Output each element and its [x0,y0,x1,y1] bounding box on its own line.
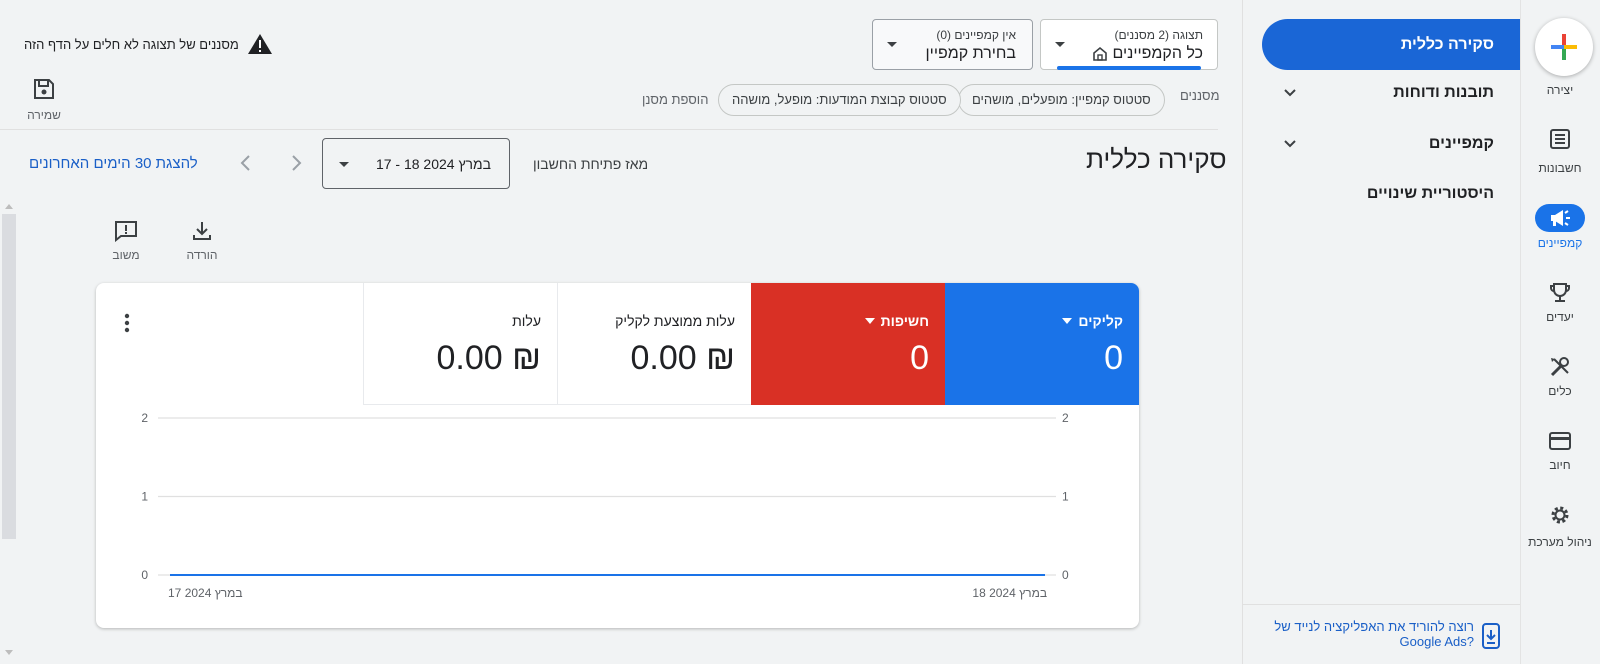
filter-warning-text: מסננים של תצוגה לא חלים על הדף הזה [24,36,239,52]
scroll-up-arrow[interactable] [5,204,13,209]
feedback-button[interactable]: משוב [98,220,154,262]
y-tick-label-right: 2 [1062,411,1069,425]
rail-item-goals[interactable]: יעדים [1520,310,1600,324]
campaign-selector-sub: אין קמפיינים (0) [936,28,1016,42]
rail-item-accounts[interactable]: חשבונות [1520,161,1600,175]
rail-item-campaigns[interactable]: קמפיינים [1520,236,1600,250]
save-label: שמירה [27,108,61,122]
y-tick-label-left: 1 [141,490,148,504]
scrollbar[interactable] [2,214,16,539]
view-selector[interactable]: תצוגה (2 מסננים) כל הקמפיינים [1040,19,1218,70]
divider [0,129,1218,130]
dropdown-arrow-icon[interactable] [1062,318,1073,324]
filter-chip-adgroup-status[interactable]: סטטוס קבוצת המודעות: מופעל, מושהה [718,84,961,116]
date-range-label: מאז פתיחת החשבון [533,156,649,172]
dropdown-arrow-icon [1055,42,1065,47]
trophy-icon[interactable] [1542,278,1578,308]
app-promo[interactable]: רוצה להוריד את האפליקציה לנייד של Google… [1242,604,1520,664]
app-promo-link[interactable]: רוצה להוריד את האפליקציה לנייד של Google… [1274,619,1474,649]
more-options-icon[interactable] [124,313,130,333]
metric-avg-cpc-label: עלות ממוצעת לקליק [615,313,735,329]
side-menu: סקירה כללית תובנות ודוחות קמפיינים היסטו… [1242,0,1520,664]
date-range-selector[interactable]: 17 - 18 במרץ 2024 [322,138,510,189]
rail-item-tools[interactable]: כלים [1520,384,1600,398]
create-button[interactable] [1535,18,1593,76]
view-selector-value: כל הקמפיינים [1112,45,1203,62]
campaign-selector-value: בחירת קמפיין [925,45,1016,62]
phone-download-icon [1482,623,1500,649]
metric-clicks-label: קליקים [1078,313,1123,329]
building-icon [1093,46,1108,61]
dropdown-arrow-icon [887,42,897,47]
download-label: הורדה [186,248,218,262]
view-selector-indicator [1057,66,1201,70]
download-button[interactable]: הורדה [174,220,230,262]
scroll-down-arrow[interactable] [5,650,13,655]
filter-warning: מסננים של תצוגה לא חלים על הדף הזה [24,33,273,55]
warning-icon [247,34,272,54]
metric-avg-cpc[interactable]: עלות ממוצעת לקליק 0.00 ₪ [557,283,751,405]
metric-impressions-label: חשיפות [880,313,929,329]
date-range-value: 17 - 18 במרץ 2024 [375,156,491,172]
y-tick-label-left: 2 [141,411,148,425]
filters-label: מסננים [1180,88,1220,103]
metric-impressions[interactable]: חשיפות 0 [751,283,945,405]
feedback-label: משוב [112,248,140,262]
rail-item-billing[interactable]: חיוב [1520,458,1600,472]
performance-card: קליקים 0 חשיפות 0 עלות ממוצעת לקליק 0.00… [96,283,1139,628]
page-title: סקירה כללית [1086,144,1227,174]
metric-cost-label: עלות [512,313,541,329]
navigation-rail: יצירה חשבונות קמפיינים יעדים כלים חיוב נ… [1520,0,1600,664]
performance-chart: 0 0 1 1 2 2 17 במרץ 2024 18 במרץ 2024 [141,411,1069,600]
menu-item-overview[interactable]: סקירה כללית [1262,19,1520,70]
metric-avg-cpc-value: 0.00 ₪ [630,339,736,377]
feedback-icon [115,221,137,242]
tools-icon[interactable] [1542,352,1578,382]
chevron-left-icon[interactable] [240,154,252,172]
chevron-down-icon[interactable] [1283,139,1297,149]
plus-icon [1551,34,1577,60]
menu-item-insights[interactable]: תובנות ודוחות [1393,84,1494,102]
create-label: יצירה [1546,83,1574,97]
save-button[interactable]: שמירה [24,78,64,122]
metric-clicks[interactable]: קליקים 0 [945,283,1139,405]
metric-impressions-value: 0 [910,339,929,377]
rail-item-admin[interactable]: ניהול מערכת [1520,535,1600,549]
megaphone-icon[interactable] [1535,204,1585,232]
campaign-selector[interactable]: אין קמפיינים (0) בחירת קמפיין [872,19,1033,70]
metric-clicks-value: 0 [1104,339,1123,377]
y-tick-label-left: 0 [141,568,148,582]
credit-card-icon[interactable] [1542,426,1578,456]
x-tick-label: 18 במרץ 2024 [972,586,1047,600]
add-filter-button[interactable]: הוספת מסנן [642,92,708,107]
view-selector-sub: תצוגה (2 מסננים) [1114,28,1203,42]
gear-icon[interactable] [1542,500,1578,530]
chevron-right-icon[interactable] [290,154,302,172]
y-tick-label-right: 1 [1062,490,1069,504]
dropdown-arrow-icon[interactable] [864,318,875,324]
chevron-down-icon[interactable] [1283,88,1297,98]
x-tick-label: 17 במרץ 2024 [168,586,243,600]
last-30-days-link[interactable]: להצגת 30 הימים האחרונים [29,155,198,172]
menu-item-change-history[interactable]: היסטוריית שינויים [1367,185,1494,203]
download-icon [193,222,211,240]
filter-chip-campaign-status[interactable]: סטטוס קמפיין: מופעלים, מושהים [958,84,1165,116]
save-icon [34,79,54,99]
dropdown-arrow-icon [339,162,349,167]
metric-cost-value: 0.00 ₪ [436,339,542,377]
accounts-icon[interactable] [1542,124,1578,154]
metric-cost[interactable]: עלות 0.00 ₪ [363,283,557,405]
y-tick-label-right: 0 [1062,568,1069,582]
menu-item-campaigns[interactable]: קמפיינים [1429,135,1494,153]
